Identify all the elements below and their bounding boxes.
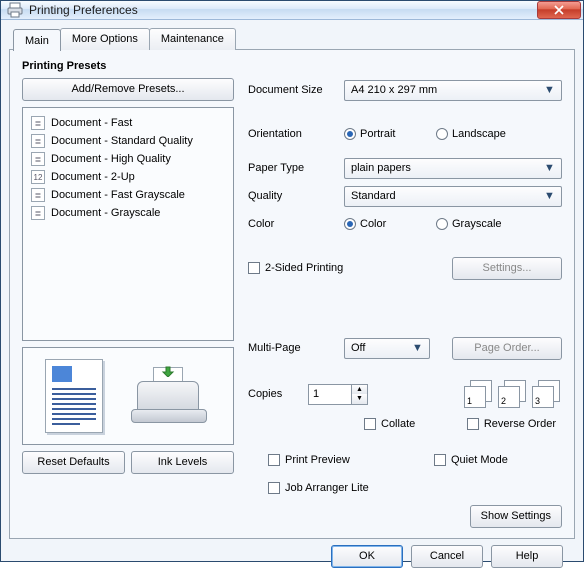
document-icon: ≣ (31, 116, 45, 130)
orientation-portrait-text: Portrait (360, 128, 395, 140)
ok-button[interactable]: OK (331, 545, 403, 568)
preset-label: Document - Standard Quality (51, 135, 193, 147)
chevron-down-icon: ▼ (542, 187, 557, 206)
cancel-button[interactable]: Cancel (411, 545, 483, 568)
color-grayscale-text: Grayscale (452, 218, 502, 230)
two-sided-settings-button[interactable]: Settings... (452, 257, 562, 280)
add-remove-presets-button[interactable]: Add/Remove Presets... (22, 78, 234, 101)
document-gray-icon: ≣ (31, 206, 45, 220)
orientation-portrait-radio[interactable]: Portrait (344, 128, 430, 140)
multi-page-dropdown[interactable]: Off ▼ (344, 338, 430, 359)
preset-label: Document - Fast (51, 117, 132, 129)
color-color-text: Color (360, 218, 386, 230)
preview-box (22, 347, 234, 445)
quality-label: Quality (248, 190, 344, 202)
preset-item[interactable]: ≣ Document - High Quality (27, 150, 229, 168)
tabstrip: Main More Options Maintenance (9, 28, 575, 50)
quality-dropdown[interactable]: Standard ▼ (344, 186, 562, 207)
spin-down-icon[interactable]: ▼ (352, 394, 367, 404)
copies-label: Copies (248, 388, 308, 400)
dialog-footer: OK Cancel Help (9, 539, 575, 578)
preset-item[interactable]: ≣ Document - Fast Grayscale (27, 186, 229, 204)
job-arranger-label: Job Arranger Lite (285, 482, 369, 494)
preset-label: Document - Fast Grayscale (51, 189, 185, 201)
collate-checkbox[interactable]: Collate (364, 418, 415, 430)
preset-label: Document - 2-Up (51, 171, 135, 183)
two-up-icon: 12 (31, 170, 45, 184)
ink-levels-button[interactable]: Ink Levels (131, 451, 234, 474)
printer-preview-icon (131, 363, 211, 429)
copies-input[interactable] (308, 384, 352, 405)
window-body: Main More Options Maintenance Printing P… (1, 20, 583, 582)
quality-value: Standard (351, 190, 542, 202)
window-title: Printing Preferences (29, 3, 537, 17)
document-size-value: A4 210 x 297 mm (351, 84, 542, 96)
paper-type-dropdown[interactable]: plain papers ▼ (344, 158, 562, 179)
titlebar: Printing Preferences (1, 1, 583, 20)
left-column: Printing Presets Add/Remove Presets... ≣… (22, 60, 234, 528)
preset-item[interactable]: ≣ Document - Grayscale (27, 204, 229, 222)
color-grayscale-radio[interactable]: Grayscale (436, 218, 502, 230)
chevron-down-icon: ▼ (542, 81, 557, 100)
preset-item[interactable]: ≣ Document - Standard Quality (27, 132, 229, 150)
multi-page-value: Off (351, 342, 410, 354)
help-button[interactable]: Help (491, 545, 563, 568)
two-sided-checkbox[interactable]: 2-Sided Printing (248, 262, 343, 274)
copies-spinner[interactable]: ▲ ▼ (308, 384, 368, 405)
multi-page-label: Multi-Page (248, 342, 344, 354)
color-color-radio[interactable]: Color (344, 218, 430, 230)
document-size-dropdown[interactable]: A4 210 x 297 mm ▼ (344, 80, 562, 101)
document-size-label: Document Size (248, 84, 344, 96)
preset-label: Document - Grayscale (51, 207, 160, 219)
tab-area: Main More Options Maintenance Printing P… (9, 28, 575, 539)
preset-list[interactable]: ≣ Document - Fast ≣ Document - Standard … (22, 107, 234, 341)
printer-icon (7, 2, 23, 18)
preset-label: Document - High Quality (51, 153, 171, 165)
chevron-down-icon: ▼ (410, 339, 425, 358)
color-label: Color (248, 218, 344, 230)
print-preview-checkbox[interactable]: Print Preview (268, 454, 428, 466)
collate-preview: 11 22 33 (464, 380, 562, 408)
page-order-button[interactable]: Page Order... (452, 337, 562, 360)
orientation-label: Orientation (248, 128, 344, 140)
spin-up-icon[interactable]: ▲ (352, 385, 367, 395)
quiet-mode-label: Quiet Mode (451, 454, 508, 466)
orientation-landscape-text: Landscape (452, 128, 506, 140)
reverse-order-checkbox[interactable]: Reverse Order (467, 418, 556, 430)
document-icon: ≣ (31, 152, 45, 166)
print-preview-label: Print Preview (285, 454, 350, 466)
show-settings-button[interactable]: Show Settings (470, 505, 562, 528)
presets-heading: Printing Presets (22, 60, 234, 72)
right-column: Document Size A4 210 x 297 mm ▼ Orientat… (248, 60, 562, 528)
reset-defaults-button[interactable]: Reset Defaults (22, 451, 125, 474)
tab-more-options[interactable]: More Options (60, 28, 150, 50)
document-gray-icon: ≣ (31, 188, 45, 202)
tab-maintenance[interactable]: Maintenance (149, 28, 236, 50)
preset-item[interactable]: ≣ Document - Fast (27, 114, 229, 132)
tab-panel-main: Printing Presets Add/Remove Presets... ≣… (9, 49, 575, 539)
job-arranger-checkbox[interactable]: Job Arranger Lite (268, 482, 369, 494)
paper-type-value: plain papers (351, 162, 542, 174)
two-sided-label: 2-Sided Printing (265, 262, 343, 274)
close-icon (554, 5, 564, 15)
preset-item[interactable]: 12 Document - 2-Up (27, 168, 229, 186)
quiet-mode-checkbox[interactable]: Quiet Mode (434, 454, 508, 466)
printing-preferences-window: Printing Preferences Main More Options M… (0, 0, 584, 562)
orientation-landscape-radio[interactable]: Landscape (436, 128, 506, 140)
collate-label: Collate (381, 418, 415, 430)
reverse-order-label: Reverse Order (484, 418, 556, 430)
document-icon: ≣ (31, 134, 45, 148)
tab-main[interactable]: Main (13, 29, 61, 51)
chevron-down-icon: ▼ (542, 159, 557, 178)
close-button[interactable] (537, 1, 581, 19)
document-preview-icon (45, 359, 103, 433)
paper-type-label: Paper Type (248, 162, 344, 174)
